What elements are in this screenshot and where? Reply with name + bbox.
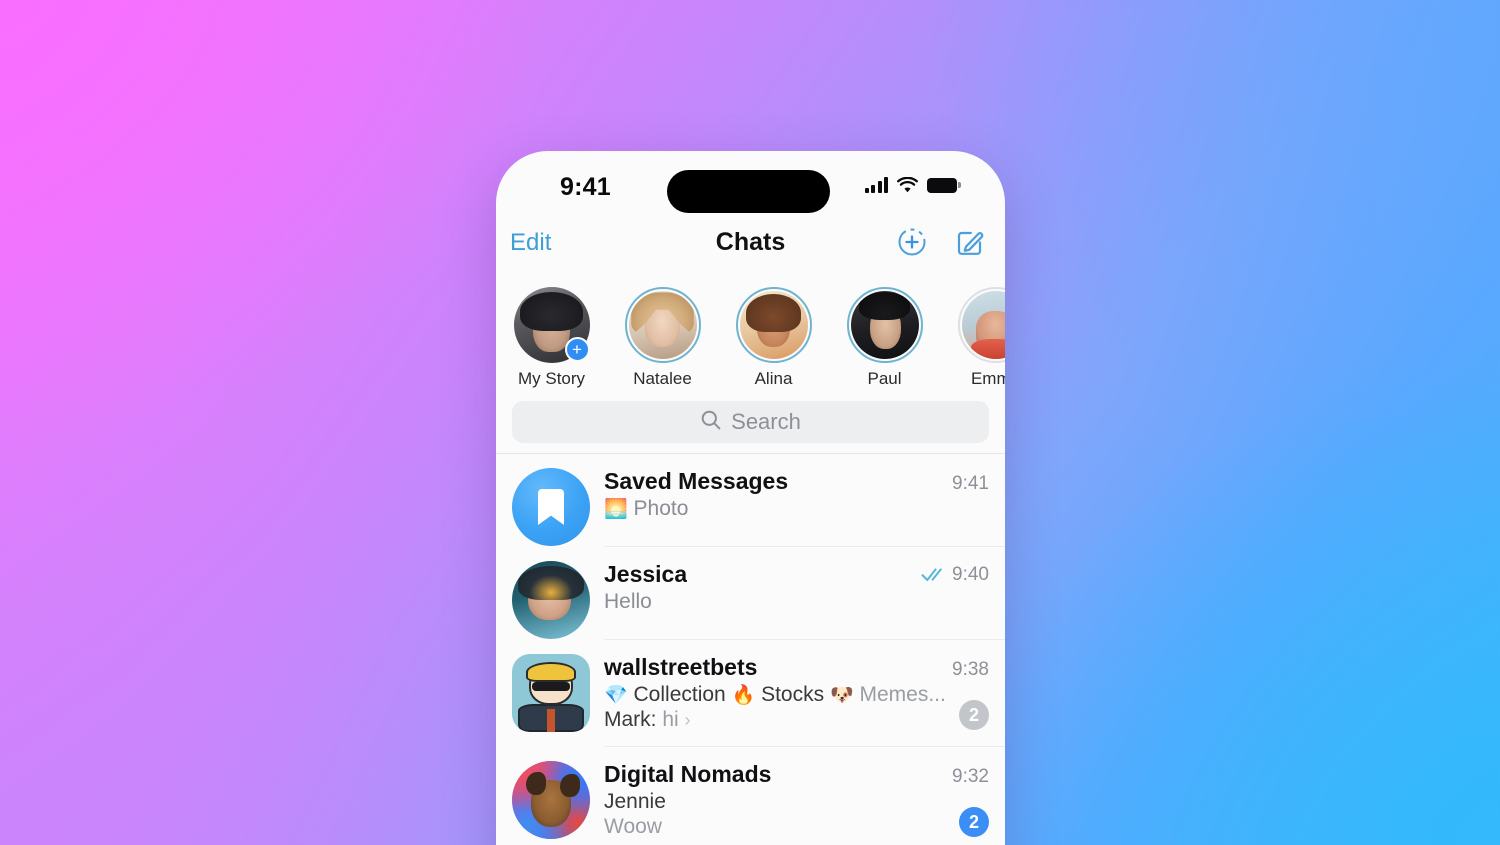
avatar <box>850 291 919 359</box>
status-badge: 2 <box>959 700 989 730</box>
chat-time: 9:38 <box>952 659 989 680</box>
story-name: Alina <box>754 369 793 388</box>
avatar <box>512 561 590 639</box>
signal-bars-icon <box>864 177 888 193</box>
chat-preview: Hello <box>604 590 989 614</box>
chat-preview: Mark: hi › <box>604 708 989 732</box>
chat-preview: 🌅 Photo <box>604 497 989 521</box>
add-story-badge[interactable]: + <box>564 337 590 362</box>
phone-frame: 9:41 Edit Chats + My Story Natalee Alina… <box>496 151 1005 845</box>
chat-preview-text: Photo <box>633 497 689 520</box>
chat-preview-text: hi <box>662 708 679 731</box>
story-ring: + <box>513 287 590 363</box>
story-item-emma[interactable]: Emma <box>940 287 1005 389</box>
table-row[interactable]: wallstreetbets 9:38 💎 Collection 🔥 Stock… <box>496 640 1005 746</box>
story-item-my-story[interactable]: + My Story <box>496 287 607 389</box>
gem-emoji-icon: 💎 <box>604 685 628 706</box>
dog-emoji-icon: 🐶 <box>829 685 854 706</box>
chat-preview: Woow <box>604 815 989 839</box>
chat-topics: 💎 Collection 🔥 Stocks 🐶 Memes... <box>604 683 989 707</box>
story-name: My Story <box>517 369 586 388</box>
story-item-alina[interactable]: Alina <box>718 287 829 389</box>
story-name: Emma <box>970 369 1005 388</box>
avatar <box>512 468 590 546</box>
chat-title: Digital Nomads <box>604 761 772 787</box>
chat-time: 9:41 <box>952 473 989 494</box>
table-row[interactable]: Saved Messages 9:41 🌅 Photo <box>496 454 1005 546</box>
story-name: Natalee <box>633 369 692 388</box>
story-item-natalee[interactable]: Natalee <box>607 287 718 389</box>
chat-preview-sender: Mark: <box>604 708 657 731</box>
story-name: Paul <box>867 369 902 388</box>
avatar <box>512 654 590 732</box>
status-indicators <box>864 177 961 193</box>
chat-preview-sender: Jennie <box>604 790 666 813</box>
battery-icon <box>927 177 961 193</box>
topic-label: Stocks <box>761 683 825 706</box>
topic-label: Memes... <box>859 683 946 706</box>
table-row[interactable]: Digital Nomads 9:32 Jennie Woow 2 <box>496 747 1005 845</box>
nav-actions <box>897 227 985 257</box>
story-ring <box>624 287 701 363</box>
topic-label: Collection <box>633 683 726 706</box>
add-story-icon[interactable] <box>897 227 927 257</box>
story-ring <box>735 287 812 363</box>
photo-emoji-icon: 🌅 <box>604 499 628 520</box>
double-check-icon <box>921 567 947 582</box>
search-input[interactable]: Search <box>512 401 989 443</box>
story-item-paul[interactable]: Paul <box>829 287 940 389</box>
chat-time: 9:32 <box>952 766 989 787</box>
chevron-right-icon: › <box>684 710 691 730</box>
chat-title: Saved Messages <box>604 468 789 494</box>
compose-icon[interactable] <box>955 227 985 257</box>
chat-list: Saved Messages 9:41 🌅 Photo Jessica 9:40… <box>496 454 1005 845</box>
status-time: 9:41 <box>560 173 611 201</box>
chat-title: wallstreetbets <box>604 654 758 680</box>
chat-preview-text: Woow <box>604 815 662 838</box>
chat-title: Jessica <box>604 561 688 587</box>
table-row[interactable]: Jessica 9:40 Hello <box>496 547 1005 639</box>
avatar <box>628 291 697 359</box>
story-ring <box>846 287 923 363</box>
wifi-icon <box>897 177 918 193</box>
avatar <box>512 761 590 839</box>
avatar <box>961 291 1005 359</box>
nav-bar: Edit Chats <box>496 223 1005 277</box>
status-bar: 9:41 <box>496 151 1005 223</box>
fire-emoji-icon: 🔥 <box>731 685 756 706</box>
story-ring <box>957 287 1005 363</box>
search-placeholder: Search <box>731 409 801 434</box>
dynamic-island <box>667 170 830 213</box>
search-bar: Search <box>496 389 1005 453</box>
chat-preview-text: Hello <box>604 590 652 613</box>
stories-carousel[interactable]: + My Story Natalee Alina Paul Emm <box>496 277 1005 389</box>
status-badge: 2 <box>959 807 989 837</box>
avatar <box>739 291 808 359</box>
chat-time: 9:40 <box>952 563 989 585</box>
search-icon <box>700 409 722 436</box>
